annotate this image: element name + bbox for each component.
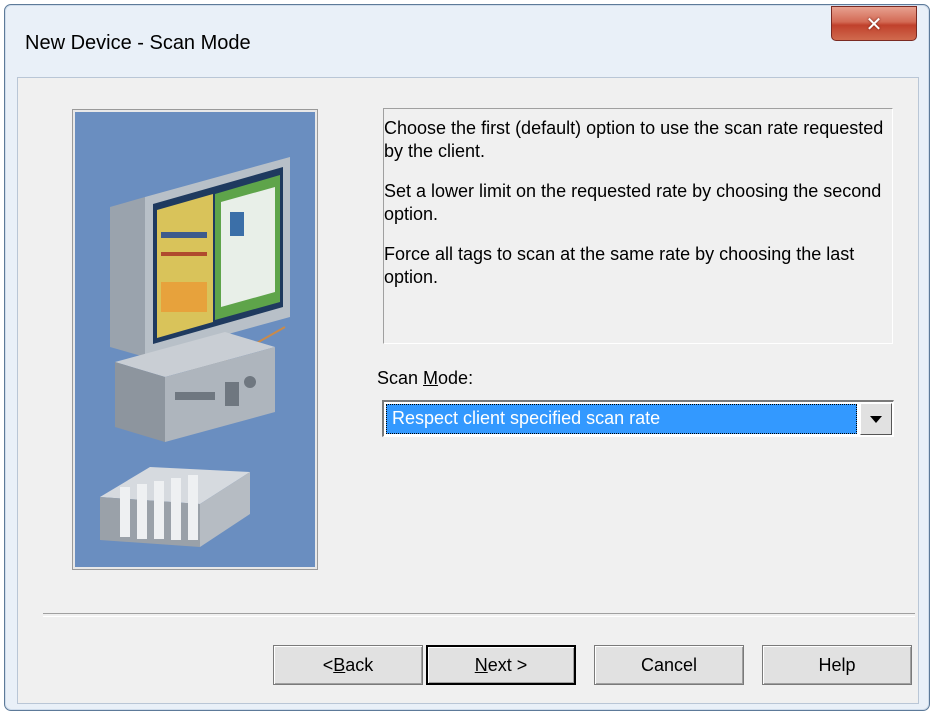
description-paragraph: Force all tags to scan at the same rate … xyxy=(384,244,855,287)
scan-mode-label: Scan Mode: xyxy=(377,368,474,388)
window-title: New Device - Scan Mode xyxy=(25,32,251,54)
computer-plc-illustration xyxy=(100,157,290,547)
scan-mode-selected-value[interactable]: Respect client specified scan rate xyxy=(386,404,857,434)
cancel-button[interactable]: Cancel xyxy=(594,645,744,685)
wizard-illustration xyxy=(72,109,318,570)
title-bar[interactable]: New Device - Scan Mode ✕ xyxy=(5,5,929,77)
separator xyxy=(43,613,915,617)
dialog-window: New Device - Scan Mode ✕ Choose the firs… xyxy=(4,4,930,711)
help-button[interactable]: Help xyxy=(762,645,912,685)
chevron-down-icon xyxy=(870,415,882,423)
dropdown-arrow-button[interactable] xyxy=(860,403,892,435)
scan-mode-dropdown[interactable]: Respect client specified scan rate xyxy=(382,400,894,437)
back-button[interactable]: < Back xyxy=(273,645,423,685)
next-button[interactable]: Next > xyxy=(426,645,576,685)
close-button[interactable]: ✕ xyxy=(831,6,917,41)
description-paragraph: Choose the first (default) option to use… xyxy=(384,118,884,161)
description-box: Choose the first (default) option to use… xyxy=(383,108,893,344)
description-paragraph: Set a lower limit on the requested rate … xyxy=(384,181,882,224)
dialog-client-area: Choose the first (default) option to use… xyxy=(17,77,919,704)
close-icon: ✕ xyxy=(865,11,883,36)
